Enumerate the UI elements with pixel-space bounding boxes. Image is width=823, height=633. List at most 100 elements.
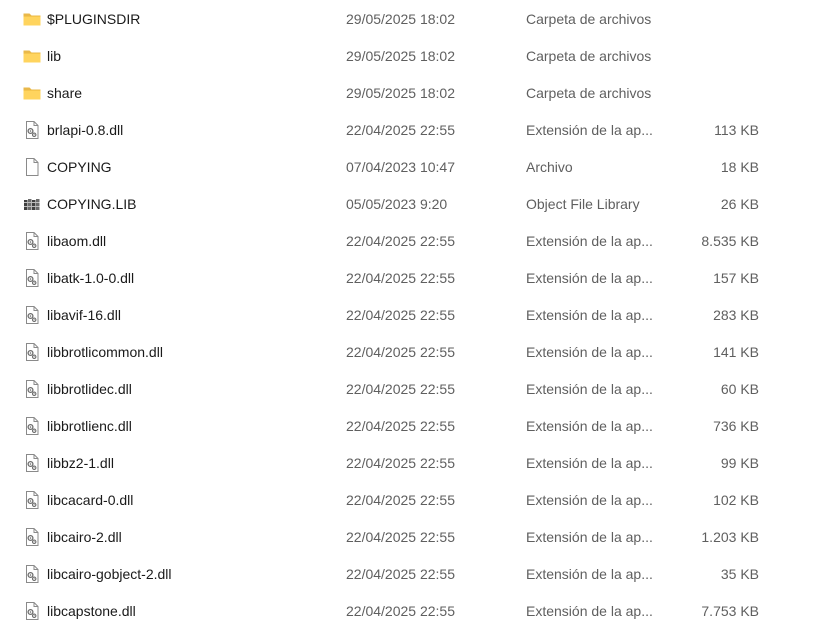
file-row[interactable]: libavif-16.dll 22/04/2025 22:55 Extensión … [0,297,823,334]
file-size: 1.203 KB [701,529,759,545]
file-row[interactable]: libaom.dll 22/04/2025 22:55 Extensión de l… [0,223,823,260]
file-date: 22/04/2025 22:55 [346,233,455,249]
file-type: Extensión de la ap... [526,603,653,619]
file-row[interactable]: libcairo-2.dll 22/04/2025 22:55 Extensión … [0,519,823,556]
file-date: 22/04/2025 22:55 [346,307,455,323]
file-name: libcapstone.dll [47,603,136,619]
file-row[interactable]: libbrotlicommon.dll 22/04/2025 22:55 Exten… [0,334,823,371]
dll-file-icon [22,379,42,399]
file-type: Extensión de la ap... [526,566,653,582]
file-date: 07/04/2023 10:47 [346,159,455,175]
file-size: 102 KB [713,492,759,508]
file-name: libcairo-gobject-2.dll [47,566,172,582]
file-name: libbrotlidec.dll [47,381,132,397]
file-type: Extensión de la ap... [526,529,653,545]
file-size: 141 KB [713,344,759,360]
file-name: libbrotlicommon.dll [47,344,163,360]
file-size: 18 KB [720,159,759,175]
file-name: lib [47,48,62,64]
file-type: Archivo [526,159,573,175]
file-name: COPYING [47,159,112,175]
dll-file-icon [22,490,42,510]
file-row[interactable]: libcacard-0.dll 22/04/2025 22:55 Extensión… [0,482,823,519]
file-size: 35 KB [720,566,759,582]
file-type: Carpeta de archivos [526,48,652,64]
file-list: $PLUGINSDIR 29/05/2025 18:02 Carpeta de ar… [0,0,823,633]
file-date: 29/05/2025 18:02 [346,48,455,64]
file-name: libbz2-1.dll [47,455,114,471]
folder-icon [22,46,42,66]
file-size: 157 KB [713,270,759,286]
dll-file-icon [22,268,42,288]
file-name: brlapi-0.8.dll [47,122,124,138]
file-date: 22/04/2025 22:55 [346,529,455,545]
file-type: Extensión de la ap... [526,122,653,138]
file-row[interactable]: share 29/05/2025 18:02 Carpeta de archivos [0,75,823,112]
file-name: libcairo-2.dll [47,529,122,545]
file-row[interactable]: COPYING 07/04/2023 10:47 Archivo 18 KB [0,149,823,186]
file-type: Extensión de la ap... [526,233,653,249]
file-row[interactable]: $PLUGINSDIR 29/05/2025 18:02 Carpeta de ar… [0,1,823,38]
file-size: 60 KB [720,381,759,397]
file-size: 113 KB [714,122,759,138]
file-type: Extensión de la ap... [526,344,653,360]
file-date: 22/04/2025 22:55 [346,603,455,619]
file-name: COPYING.LIB [47,196,137,212]
dll-file-icon [22,120,42,140]
blank-file-icon [22,157,42,177]
dll-file-icon [22,527,42,547]
file-name: libatk-1.0-0.dll [47,270,135,286]
file-name: $PLUGINSDIR [47,11,141,27]
file-type: Extensión de la ap... [526,270,653,286]
file-name: libcacard-0.dll [47,492,134,508]
file-date: 22/04/2025 22:55 [346,270,455,286]
dll-file-icon [22,305,42,325]
file-date: 29/05/2025 18:02 [346,11,455,27]
file-date: 29/05/2025 18:02 [346,85,455,101]
file-size: 8.535 KB [701,233,759,249]
file-row[interactable]: libbrotlidec.dll 22/04/2025 22:55 Extensió… [0,371,823,408]
file-size: 26 KB [720,196,759,212]
file-size: 7.753 KB [701,603,759,619]
file-row[interactable]: brlapi-0.8.dll 22/04/2025 22:55 Extensión … [0,112,823,149]
file-date: 22/04/2025 22:55 [346,566,455,582]
file-name: share [47,85,83,101]
folder-icon [22,9,42,29]
file-date: 22/04/2025 22:55 [346,418,455,434]
file-row[interactable]: libatk-1.0-0.dll 22/04/2025 22:55 Extensió… [0,260,823,297]
file-row[interactable]: lib 29/05/2025 18:02 Carpeta de archivos [0,38,823,75]
file-date: 22/04/2025 22:55 [346,344,455,360]
file-row[interactable]: libbrotlienc.dll 22/04/2025 22:55 Extensió… [0,408,823,445]
file-name: libbrotlienc.dll [47,418,132,434]
dll-file-icon [22,342,42,362]
dll-file-icon [22,231,42,251]
file-size: 283 KB [713,307,759,323]
dll-file-icon [22,564,42,584]
file-date: 05/05/2023 9:20 [346,196,448,212]
file-type: Extensión de la ap... [526,455,653,471]
file-name: libaom.dll [47,233,107,249]
file-type: Object File Library [526,196,640,212]
file-type: Extensión de la ap... [526,381,653,397]
file-size: 736 KB [713,418,759,434]
file-row[interactable]: libcapstone.dll 22/04/2025 22:55 Extensión… [0,593,823,630]
file-date: 22/04/2025 22:55 [346,381,455,397]
file-type: Extensión de la ap... [526,492,653,508]
file-size: 99 KB [720,455,759,471]
dll-file-icon [22,416,42,436]
library-file-icon [22,194,42,214]
folder-icon [22,83,42,103]
file-row[interactable]: libbz2-1.dll 22/04/2025 22:55 Extensión de… [0,445,823,482]
file-row[interactable]: COPYING.LIB 05/05/2023 9:20 Object File Li… [0,186,823,223]
file-date: 22/04/2025 22:55 [346,492,455,508]
file-type: Extensión de la ap... [526,418,653,434]
file-type: Extensión de la ap... [526,307,653,323]
file-name: libavif-16.dll [47,307,121,323]
file-date: 22/04/2025 22:55 [346,455,455,471]
file-type: Carpeta de archivos [526,85,652,101]
dll-file-icon [22,453,42,473]
file-date: 22/04/2025 22:55 [346,122,455,138]
file-type: Carpeta de archivos [526,11,652,27]
file-row[interactable]: libcairo-gobject-2.dll 22/04/2025 22:55 Ex… [0,556,823,593]
dll-file-icon [22,601,42,621]
